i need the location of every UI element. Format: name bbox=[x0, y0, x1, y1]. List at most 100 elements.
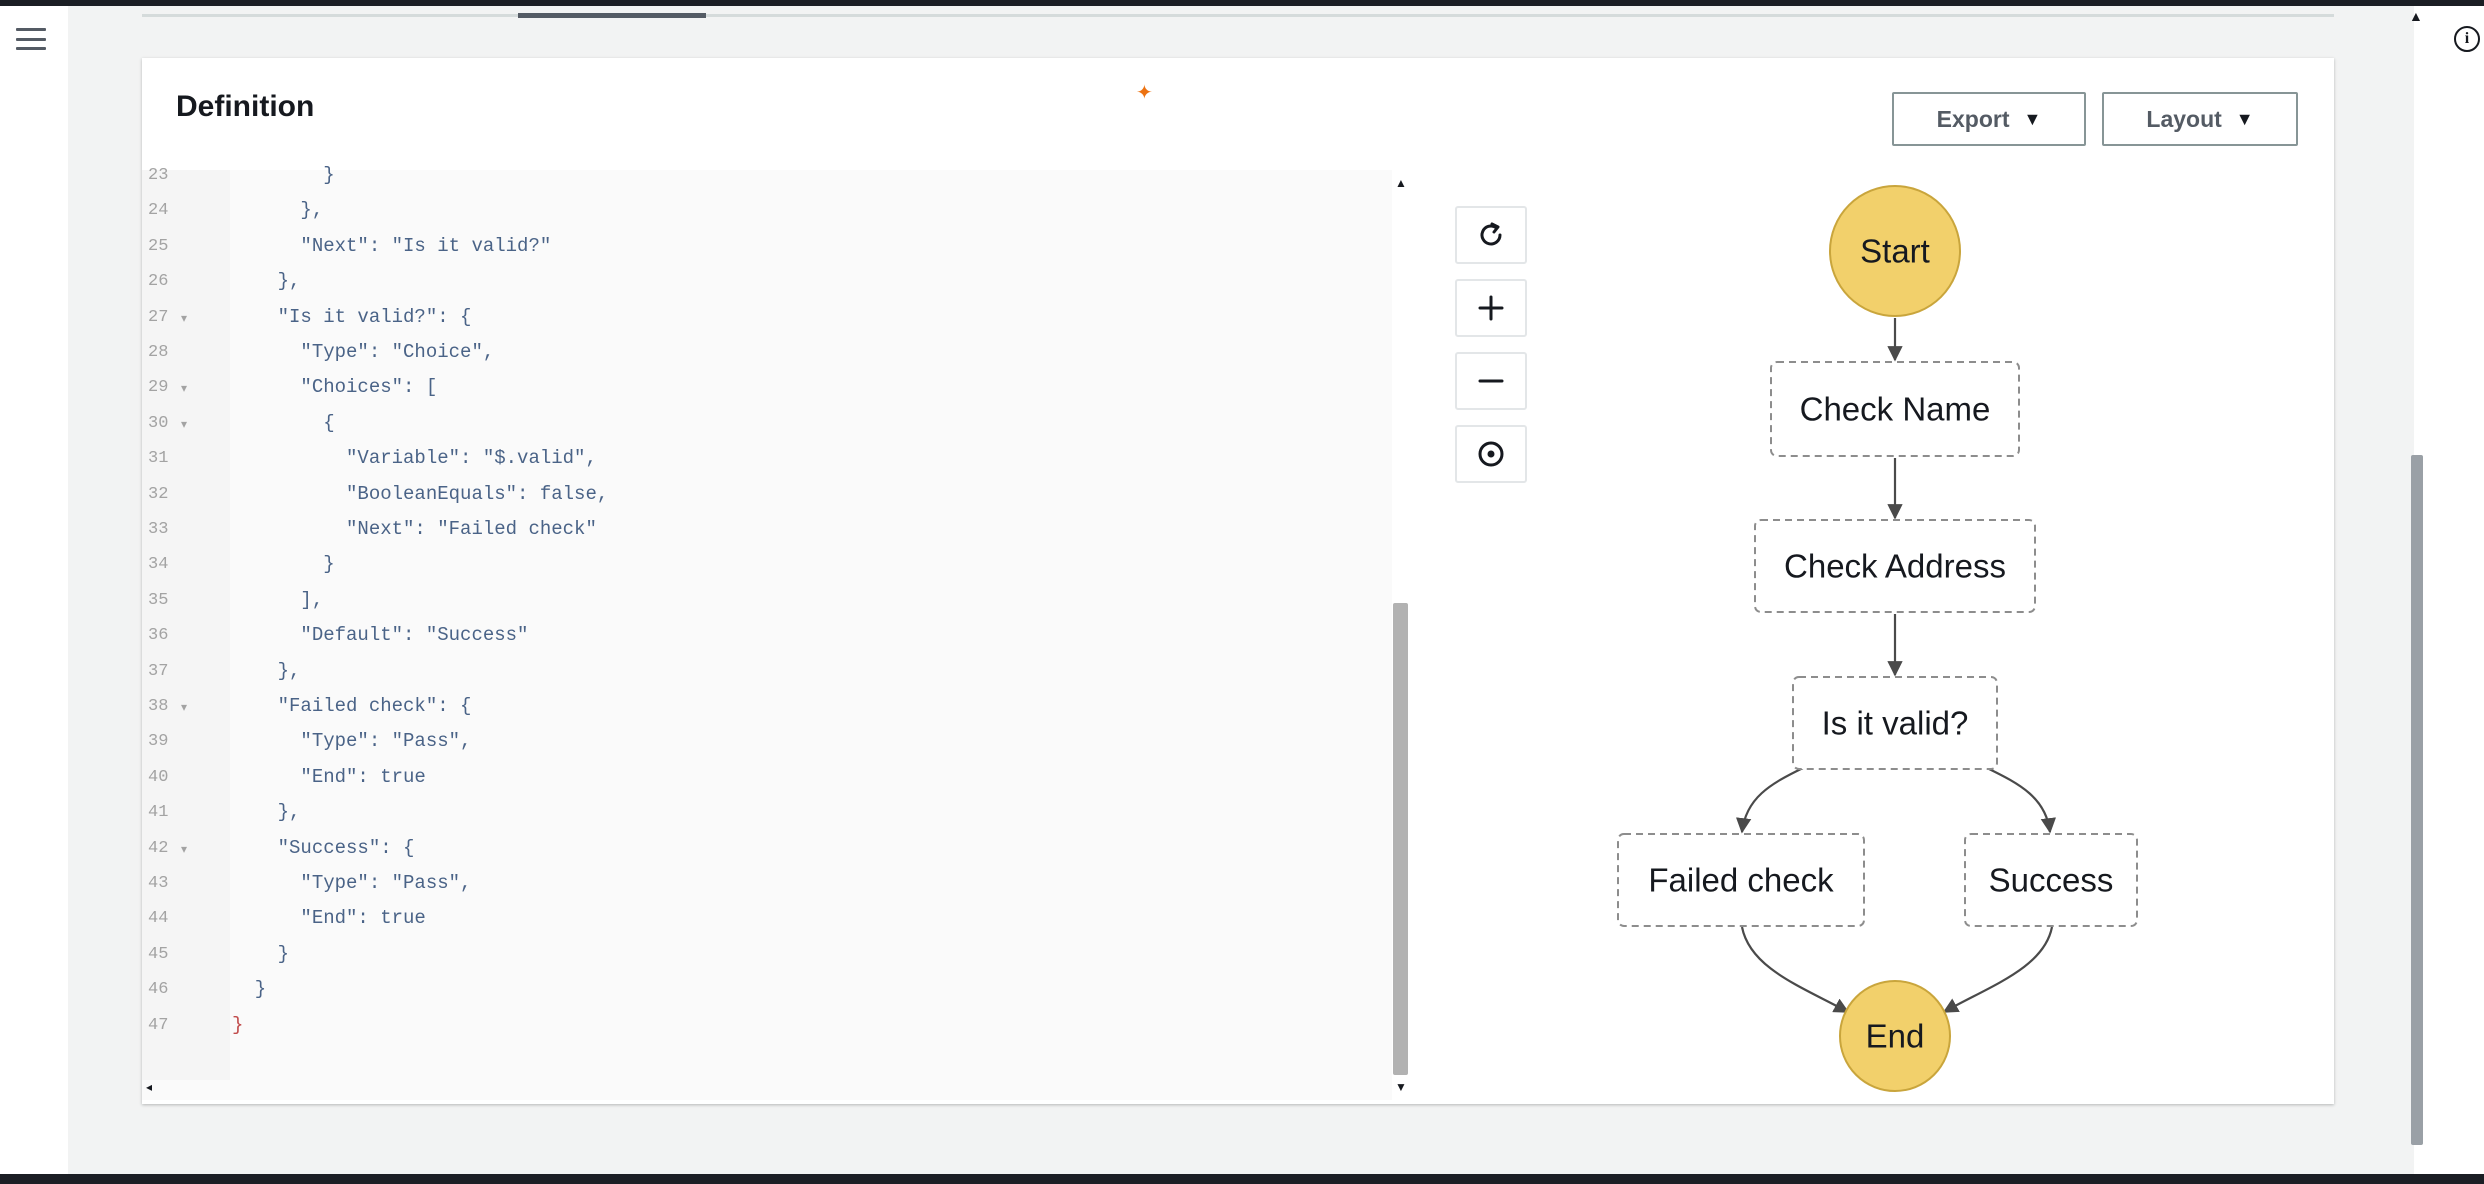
node-failed-check-label: Failed check bbox=[1648, 862, 1834, 899]
node-check-name-label: Check Name bbox=[1800, 391, 1991, 428]
node-end-label: End bbox=[1866, 1018, 1925, 1055]
sparkle-icon: ✦ bbox=[1136, 82, 1153, 104]
line-number: 37 bbox=[148, 661, 169, 681]
line-number: 38 bbox=[148, 697, 169, 716]
editor-scroll-left-arrow[interactable]: ◂ bbox=[146, 1080, 152, 1094]
code-line[interactable]: "Is it valid?": { bbox=[232, 306, 472, 328]
editor-scrollbar-thumb[interactable] bbox=[1393, 603, 1408, 1075]
line-number: 27 bbox=[148, 307, 169, 327]
caret-down-icon: ▼ bbox=[2023, 108, 2042, 129]
node-success[interactable]: Success bbox=[1964, 833, 2138, 927]
minus-icon bbox=[1478, 379, 1504, 383]
export-button-label: Export bbox=[1936, 105, 2010, 132]
line-number: 35 bbox=[148, 590, 169, 610]
node-check-address[interactable]: Check Address bbox=[1754, 519, 2036, 613]
editor-gutter bbox=[142, 170, 230, 1080]
code-line[interactable]: } bbox=[232, 943, 289, 965]
code-line[interactable]: }, bbox=[232, 270, 301, 292]
line-number: 26 bbox=[148, 272, 169, 292]
line-number: 42 bbox=[148, 838, 169, 858]
edge-is-valid-to-failed-check bbox=[1735, 767, 1804, 834]
line-number: 39 bbox=[148, 732, 169, 752]
export-button[interactable]: Export ▼ bbox=[1892, 92, 2086, 146]
node-start-label: Start bbox=[1860, 233, 1930, 270]
page-scrollbar-thumb[interactable] bbox=[2411, 455, 2423, 1145]
line-number: 33 bbox=[148, 520, 169, 539]
active-tab-indicator[interactable] bbox=[518, 13, 706, 18]
code-line[interactable]: "Type": "Choice", bbox=[232, 341, 494, 363]
panel-title: Definition bbox=[176, 90, 315, 123]
editor-scroll-up-arrow[interactable]: ▲ bbox=[1395, 176, 1407, 190]
line-number: 45 bbox=[148, 944, 169, 964]
line-number: 30 bbox=[148, 413, 169, 433]
fold-toggle-icon[interactable]: ▾ bbox=[181, 700, 187, 714]
fold-toggle-icon[interactable]: ▾ bbox=[181, 842, 187, 856]
code-line[interactable]: }, bbox=[232, 801, 301, 823]
target-icon bbox=[1478, 441, 1504, 467]
page-scroll-up-arrow[interactable]: ▲ bbox=[2409, 8, 2423, 24]
line-number: 40 bbox=[148, 767, 169, 787]
node-success-label: Success bbox=[1989, 862, 2114, 899]
reset-view-button[interactable] bbox=[1455, 206, 1527, 264]
line-number: 46 bbox=[148, 980, 169, 1000]
code-line[interactable]: } bbox=[232, 553, 334, 575]
edge-is-valid-to-success bbox=[1986, 767, 2057, 834]
line-number: 36 bbox=[148, 626, 169, 646]
code-line[interactable]: }, bbox=[232, 199, 323, 221]
zoom-out-button[interactable] bbox=[1455, 352, 1527, 410]
node-failed-check[interactable]: Failed check bbox=[1617, 833, 1865, 927]
node-end[interactable]: End bbox=[1839, 980, 1951, 1092]
bottom-bar bbox=[0, 1174, 2484, 1184]
node-check-address-label: Check Address bbox=[1784, 548, 2006, 585]
line-number: 44 bbox=[148, 909, 169, 929]
tabs-underline bbox=[142, 14, 2334, 17]
code-line[interactable]: "Variable": "$.valid", bbox=[232, 447, 597, 469]
center-graph-button[interactable] bbox=[1455, 425, 1527, 483]
code-line[interactable]: "Type": "Pass", bbox=[232, 730, 471, 752]
layout-button[interactable]: Layout ▼ bbox=[2102, 92, 2298, 146]
code-line[interactable]: "Failed check": { bbox=[232, 695, 472, 717]
fold-toggle-icon[interactable]: ▾ bbox=[181, 311, 187, 325]
hamburger-menu-icon[interactable] bbox=[16, 24, 46, 54]
caret-down-icon: ▼ bbox=[2235, 108, 2254, 129]
code-line[interactable]: "Type": "Pass", bbox=[232, 872, 471, 894]
code-line[interactable]: "End": true bbox=[232, 766, 425, 788]
refresh-icon bbox=[1480, 222, 1502, 246]
line-number: 43 bbox=[148, 874, 169, 893]
zoom-in-button[interactable] bbox=[1455, 279, 1527, 337]
workflow-graph: Start Check Name Check Address Is it val… bbox=[1617, 185, 2138, 1092]
line-number: 28 bbox=[148, 343, 169, 362]
code-line[interactable]: { bbox=[232, 412, 334, 434]
line-number: 32 bbox=[148, 484, 169, 504]
left-nav-strip bbox=[0, 6, 68, 1174]
code-line[interactable]: "Default": "Success" bbox=[232, 624, 528, 646]
edge-success-to-end bbox=[1942, 926, 2054, 1013]
line-number: 24 bbox=[148, 201, 169, 221]
code-line[interactable]: } bbox=[232, 164, 334, 186]
line-number: 34 bbox=[148, 555, 169, 575]
right-strip bbox=[2414, 6, 2484, 1174]
code-line[interactable]: "BooleanEquals": false, bbox=[232, 483, 608, 505]
fold-toggle-icon[interactable]: ▾ bbox=[181, 417, 187, 431]
code-line[interactable]: "Choices": [ bbox=[232, 376, 437, 398]
line-number: 47 bbox=[148, 1015, 169, 1035]
code-line[interactable]: "End": true bbox=[232, 907, 425, 929]
info-icon[interactable]: i bbox=[2454, 26, 2480, 52]
code-line[interactable]: }, bbox=[232, 660, 301, 682]
node-start[interactable]: Start bbox=[1829, 185, 1961, 317]
code-line[interactable]: "Next": "Failed check" bbox=[232, 518, 597, 540]
line-number: 23 bbox=[148, 166, 169, 185]
line-number: 31 bbox=[148, 449, 169, 469]
node-is-it-valid[interactable]: Is it valid? bbox=[1792, 676, 1998, 770]
node-check-name[interactable]: Check Name bbox=[1770, 361, 2020, 457]
node-is-it-valid-label: Is it valid? bbox=[1822, 705, 1969, 742]
code-line[interactable]: "Success": { bbox=[232, 837, 415, 859]
code-line[interactable]: } bbox=[232, 1014, 243, 1036]
plus-icon bbox=[1478, 295, 1504, 321]
code-line[interactable]: ], bbox=[232, 589, 323, 611]
fold-toggle-icon[interactable]: ▾ bbox=[181, 381, 187, 395]
code-line[interactable]: "Next": "Is it valid?" bbox=[232, 235, 551, 257]
code-line[interactable]: } bbox=[232, 978, 266, 1000]
line-number: 41 bbox=[148, 803, 169, 823]
editor-scroll-down-arrow[interactable]: ▼ bbox=[1395, 1080, 1407, 1094]
